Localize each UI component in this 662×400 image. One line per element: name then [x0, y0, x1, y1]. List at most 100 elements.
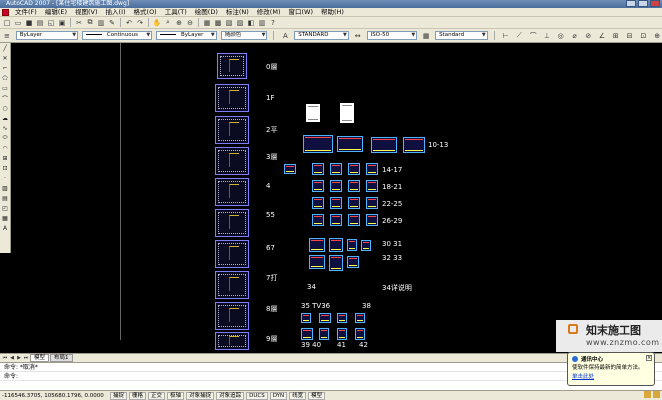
osnap-toggle[interactable]: 对象捕捉	[186, 391, 215, 400]
detail-thumbnail[interactable]	[361, 240, 371, 251]
detail-thumbnail[interactable]	[309, 255, 325, 269]
detail-thumbnail[interactable]	[330, 214, 342, 226]
menu-window[interactable]: 窗口(W)	[284, 8, 317, 17]
tolerance-icon[interactable]: ⊡	[638, 31, 648, 41]
detail-thumbnail[interactable]	[330, 197, 342, 209]
pan-icon[interactable]: ✋	[152, 18, 162, 28]
line-icon[interactable]: ╱	[0, 43, 10, 53]
menu-draw[interactable]: 绘图(D)	[191, 8, 222, 17]
detail-thumbnail[interactable]	[337, 313, 347, 323]
detail-thumbnail[interactable]	[348, 163, 360, 175]
linear-dim-icon[interactable]: ⊢	[501, 31, 511, 41]
document-thumbnail[interactable]	[340, 103, 354, 123]
grid-toggle[interactable]: 栅格	[129, 391, 147, 400]
polygon-icon[interactable]: ⬠	[0, 73, 10, 83]
next-tab-icon[interactable]: ▶	[16, 355, 22, 362]
menu-modify[interactable]: 修改(M)	[253, 8, 285, 17]
floor-plan-sheet[interactable]	[215, 302, 249, 330]
app-icon[interactable]	[2, 8, 9, 16]
help-icon[interactable]: ?	[268, 18, 278, 28]
ellipse-icon[interactable]: ⬭	[0, 133, 10, 143]
rectangle-icon[interactable]: ▭	[0, 83, 10, 93]
detail-thumbnail[interactable]	[348, 197, 360, 209]
baseline-icon[interactable]: ⊟	[625, 31, 635, 41]
detail-thumbnail[interactable]	[319, 313, 331, 323]
detail-thumbnail[interactable]	[403, 137, 425, 153]
layer-manager-icon[interactable]: ≡	[2, 31, 12, 41]
detail-thumbnail[interactable]	[366, 180, 378, 192]
radius-icon[interactable]: ◎	[556, 31, 566, 41]
detail-thumbnail[interactable]	[301, 328, 313, 340]
hatch-icon[interactable]: ▨	[0, 183, 10, 193]
ducs-toggle[interactable]: DUCS	[246, 391, 268, 400]
lineweight-dropdown[interactable]: ByLayer	[156, 31, 217, 40]
table-icon[interactable]: ▦	[0, 213, 10, 223]
dyn-toggle[interactable]: DYN	[269, 391, 288, 400]
undo-icon[interactable]: ↶	[124, 18, 134, 28]
floor-plan-sheet[interactable]	[215, 271, 249, 299]
detail-thumbnail[interactable]	[366, 214, 378, 226]
otrack-toggle[interactable]: 对象追踪	[216, 391, 245, 400]
publish-icon[interactable]: ▣	[57, 18, 67, 28]
dim-style-icon[interactable]: ↔	[353, 31, 363, 41]
arc-icon[interactable]: ⌒	[0, 93, 10, 103]
floor-plan-sheet[interactable]	[215, 332, 249, 350]
zoom-realtime-icon[interactable]: ⌕	[163, 18, 173, 28]
document-thumbnail[interactable]	[306, 104, 320, 122]
detail-thumbnail[interactable]	[355, 313, 365, 323]
detail-thumbnail[interactable]	[371, 137, 397, 153]
floor-plan-sheet[interactable]	[215, 178, 249, 206]
menu-dimension[interactable]: 标注(N)	[222, 8, 253, 17]
menu-file[interactable]: 文件(F)	[11, 8, 41, 17]
first-tab-icon[interactable]: ⏮	[2, 355, 8, 362]
diameter-icon[interactable]: ⊘	[583, 31, 593, 41]
maximize-button[interactable]	[638, 0, 648, 7]
tool-palettes-icon[interactable]: ▧	[224, 18, 234, 28]
floor-plan-sheet[interactable]	[215, 116, 249, 144]
detail-thumbnail[interactable]	[329, 255, 343, 271]
redo-icon[interactable]: ↷	[135, 18, 145, 28]
floor-plan-sheet[interactable]	[215, 84, 249, 112]
prev-tab-icon[interactable]: ◀	[9, 355, 15, 362]
ordinate-icon[interactable]: ⊥	[542, 31, 552, 41]
detail-thumbnail[interactable]	[355, 328, 365, 340]
floor-plan-sheet[interactable]	[215, 209, 249, 237]
lock-icon[interactable]	[644, 391, 651, 398]
ellipse-arc-icon[interactable]: ◠	[0, 143, 10, 153]
polar-toggle[interactable]: 极轴	[167, 391, 185, 400]
insert-block-icon[interactable]: ⊞	[0, 153, 10, 163]
detail-thumbnail[interactable]	[312, 197, 324, 209]
floor-plan-sheet[interactable]	[215, 147, 249, 175]
detail-thumbnail[interactable]	[347, 239, 357, 251]
snap-toggle[interactable]: 捕捉	[110, 391, 128, 400]
dim-style-dropdown[interactable]: ISO-50	[366, 31, 418, 40]
aligned-dim-icon[interactable]: ⟋	[514, 31, 524, 41]
last-tab-icon[interactable]: ⏭	[23, 355, 29, 362]
text-style-dropdown[interactable]: STANDARD	[294, 31, 349, 40]
arc-length-icon[interactable]: ⌒	[528, 31, 538, 41]
floor-plan-sheet[interactable]	[215, 240, 249, 268]
save-icon[interactable]: ■	[24, 18, 34, 28]
close-button[interactable]	[650, 0, 660, 7]
detail-thumbnail[interactable]	[366, 163, 378, 175]
paste-icon[interactable]: ▥	[96, 18, 106, 28]
print-icon[interactable]: ▤	[35, 18, 45, 28]
polyline-icon[interactable]: ⌐	[0, 63, 10, 73]
quick-dim-icon[interactable]: ⊞	[611, 31, 621, 41]
menu-format[interactable]: 格式(O)	[130, 8, 161, 17]
detail-thumbnail[interactable]	[348, 214, 360, 226]
properties-icon[interactable]: ▦	[202, 18, 212, 28]
jogged-icon[interactable]: ⌀	[570, 31, 580, 41]
communication-center-icon[interactable]	[653, 391, 660, 398]
detail-thumbnail[interactable]	[330, 163, 342, 175]
menu-view[interactable]: 视图(V)	[71, 8, 102, 17]
gradient-icon[interactable]: ▤	[0, 193, 10, 203]
notification-link[interactable]: 单击此处	[572, 372, 650, 380]
detail-thumbnail[interactable]	[330, 180, 342, 192]
menu-tools[interactable]: 工具(T)	[161, 8, 191, 17]
detail-thumbnail[interactable]	[312, 180, 324, 192]
construction-line-icon[interactable]: ✕	[0, 53, 10, 63]
angular-icon[interactable]: ∠	[597, 31, 607, 41]
menu-edit[interactable]: 编辑(E)	[41, 8, 71, 17]
ortho-toggle[interactable]: 正交	[148, 391, 166, 400]
